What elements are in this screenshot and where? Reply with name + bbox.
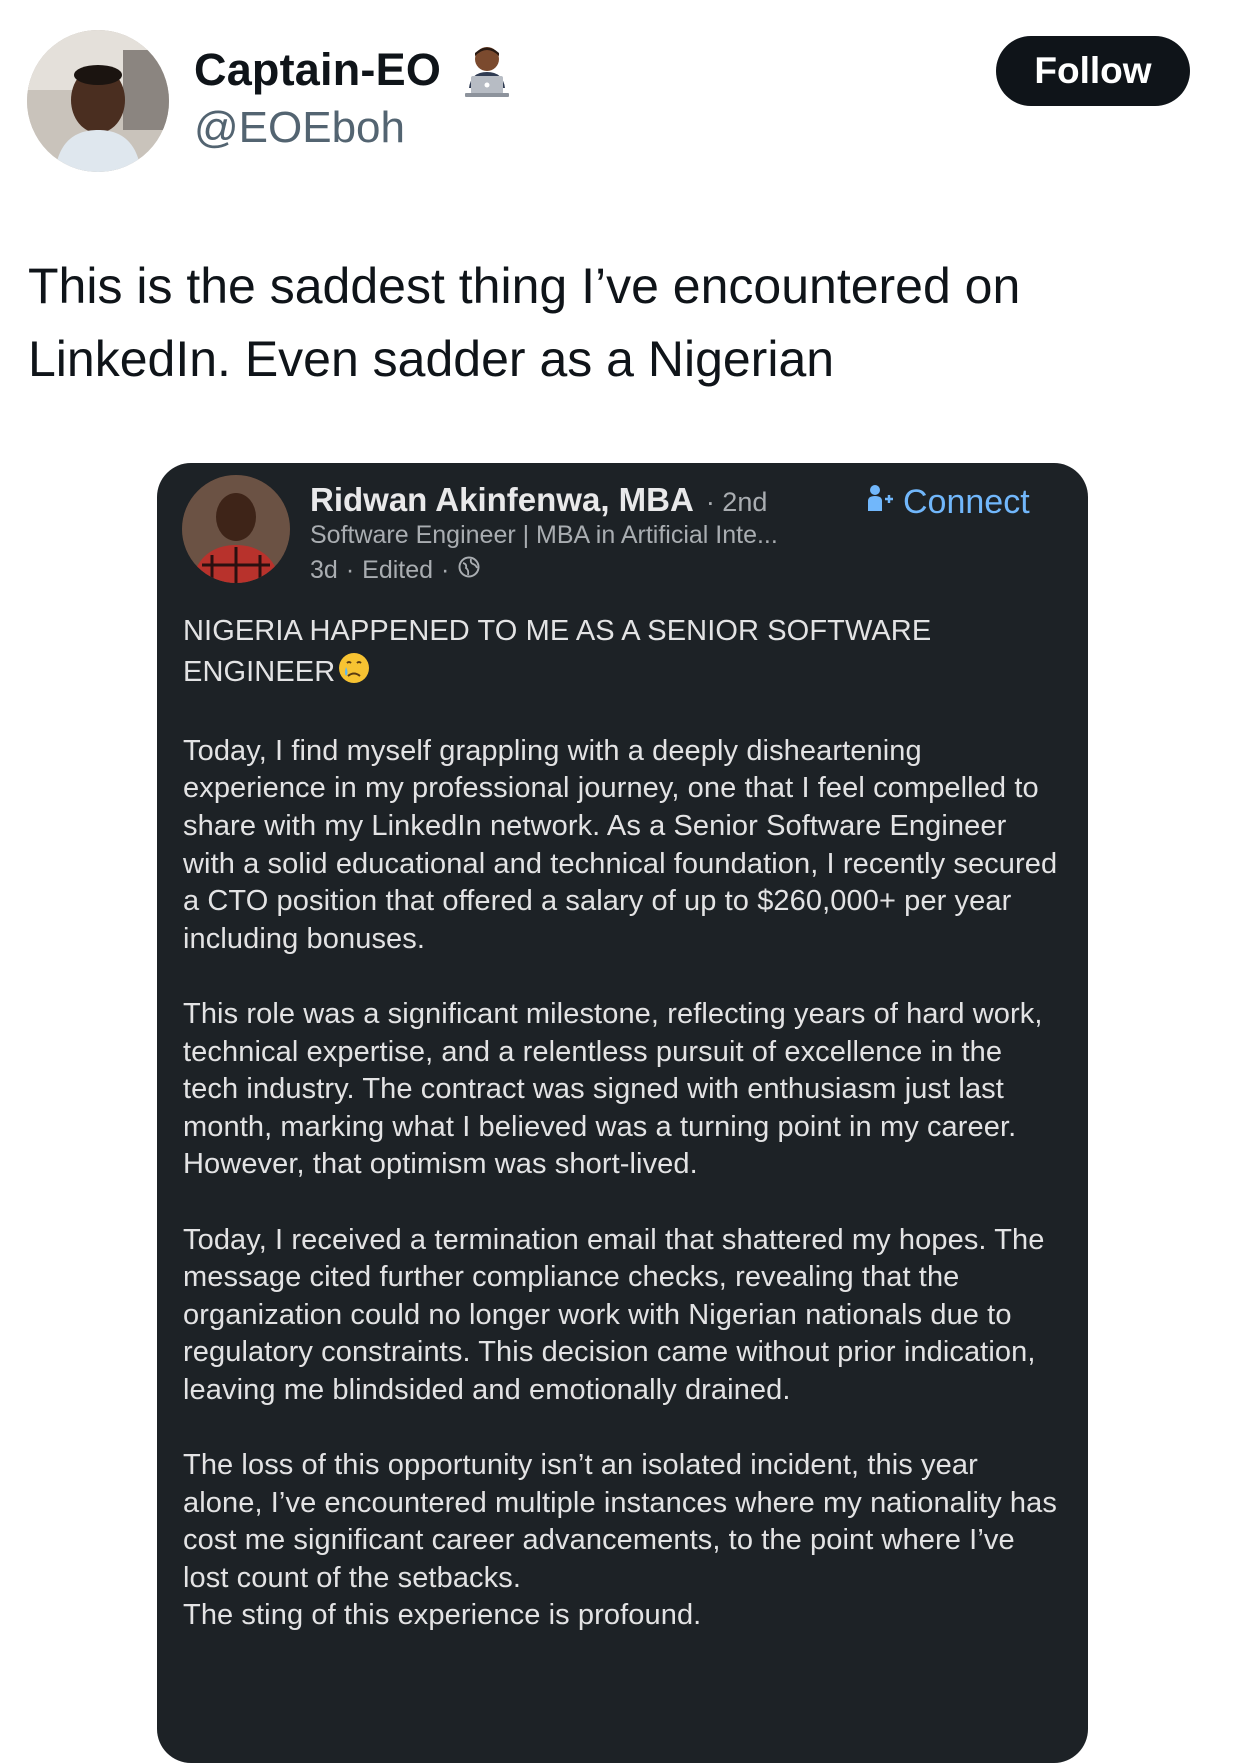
post-paragraph: Today, I received a termination email th… — [183, 1223, 1045, 1406]
connect-button: Connect — [865, 477, 1030, 527]
linkedin-author-name: Ridwan Akinfenwa, MBA — [310, 481, 694, 518]
linkedin-headline: Software Engineer | MBA in Artificial In… — [310, 521, 778, 549]
globe-icon — [457, 555, 481, 586]
tweet-text: This is the saddest thing I’ve encounter… — [28, 258, 1021, 387]
linkedin-name-row: Ridwan Akinfenwa, MBA · 2nd — [310, 481, 767, 519]
author-name-row: Captain-EO — [194, 40, 515, 100]
connection-degree: · 2nd — [705, 487, 768, 517]
author-avatar[interactable] — [27, 30, 169, 172]
post-title-text: ENGINEER — [183, 655, 336, 688]
post-paragraph: The sting of this experience is profound… — [183, 1599, 702, 1632]
post-paragraph: Today, I find myself grappling with a de… — [183, 734, 1058, 955]
add-person-icon — [865, 483, 903, 522]
crying-face-icon — [337, 651, 371, 696]
tweet-header: Captain-EO @EOEboh Follow — [0, 0, 1242, 190]
connect-label: Connect — [903, 482, 1030, 521]
post-body: NIGERIA HAPPENED TO ME AS A SENIOR SOFTW… — [183, 613, 1063, 1673]
meta-separator: · — [345, 556, 355, 584]
follow-button[interactable]: Follow — [996, 36, 1190, 106]
linkedin-screenshot-card[interactable]: Ridwan Akinfenwa, MBA · 2nd Connect Soft… — [157, 463, 1088, 1763]
meta-separator: · — [441, 556, 450, 584]
edited-label: Edited — [362, 556, 434, 584]
post-title: NIGERIA HAPPENED TO ME AS A SENIOR SOFTW… — [183, 613, 1063, 695]
author-handle[interactable]: @EOEboh — [194, 103, 405, 153]
post-age: 3d — [310, 556, 338, 584]
technologist-emoji-icon — [459, 42, 515, 98]
post-paragraph: However, that optimism was short-lived. — [183, 1148, 698, 1181]
post-meta: 3d · Edited · — [310, 555, 481, 586]
post-paragraph: This role was a significant milestone, r… — [183, 997, 1043, 1143]
post-title-line: ENGINEER — [183, 651, 1063, 696]
author-display-name[interactable]: Captain-EO — [194, 44, 441, 96]
linkedin-author-avatar — [182, 475, 290, 583]
post-paragraph: The loss of this opportunity isn’t an is… — [183, 1449, 1057, 1594]
post-title-line: NIGERIA HAPPENED TO ME AS A SENIOR SOFTW… — [183, 615, 932, 647]
